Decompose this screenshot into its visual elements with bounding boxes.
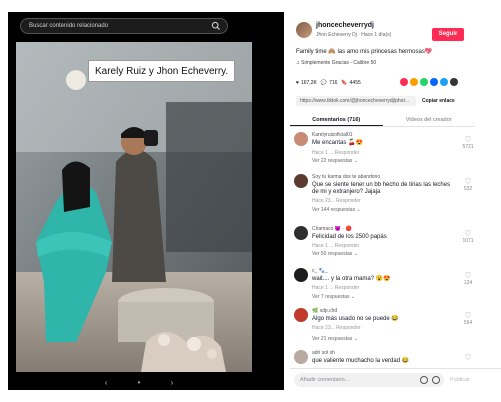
share-icon[interactable] [430,78,438,86]
commenter-name[interactable]: adri sol sh [312,350,335,356]
comment-input-placeholder: Añadir comentario... [300,377,350,383]
heart-icon: ♡ [464,311,472,320]
commenter-name[interactable]: c_ 🐾_ [312,268,328,274]
post-description: Family time 🙈 las amo mis princesas herm… [296,49,433,55]
comment-like[interactable]: ♡ 5721 [461,135,475,151]
comment-like-count: 532 [463,186,473,192]
panel-tabs: Comentarios (716) Videos del creador [290,114,475,127]
comment-text: Que se siente tener un bb hecho de tiria… [312,182,451,195]
comment-like-count: 5721 [462,144,474,150]
view-replies-link[interactable]: Ver 21 respuestas ⌄ [312,336,358,342]
commenter-name[interactable]: Karelyruizoficial01 [312,132,353,138]
commenter-avatar[interactable] [294,268,308,282]
comment-like-count: 554 [463,320,473,326]
comment-like-count: 1071 [462,238,474,244]
view-replies-link[interactable]: Ver 7 respuestas ⌄ [312,294,355,300]
comment-text: Felicidad de los 2500 papás [312,234,387,240]
comment-text: wait.... y la otra mama? 😮😍 [312,276,391,282]
comment-meta[interactable]: Hace 23... Responder [312,325,361,331]
comment-item: c_ 🐾_ wait.... y la otra mama? 😮😍 Hace 1… [290,268,475,304]
comment-meta[interactable]: Hace 1 ... Responder [312,150,359,156]
comment-input[interactable]: Añadir comentario... [294,373,444,387]
comment-like[interactable]: ♡ [461,354,475,362]
heart-icon: ♡ [464,177,472,186]
comment-meta[interactable]: Hace 1 ... Responder [312,243,359,249]
view-replies-link[interactable]: Ver 22 respuestas ⌄ [312,158,358,164]
comment-like-count: 124 [463,280,473,286]
comment-icon: 💬 [320,80,328,86]
save-stat[interactable]: 🔖 4455 [341,80,360,86]
comment-text: Algo más usado no se puede 😂 [312,316,399,322]
heart-icon: ♡ [464,353,472,362]
author-username[interactable]: jhoncecheverrydj [316,22,374,29]
share-icon[interactable] [420,78,428,86]
comment-item: adri sol sh que valiente muchacho la ver… [290,350,475,366]
post-music[interactable]: ♫ Simplemente Gracias - Calibre 50 [296,60,376,66]
commenter-avatar[interactable] [294,308,308,322]
like-stat[interactable]: ♥ 167,2K [296,80,317,86]
tiktok-post-page: Buscar contenido relacionado Karely Ruiz… [0,0,501,402]
commenter-name[interactable]: 🌿 xdp.chd [312,308,337,314]
heart-icon: ♡ [464,229,472,238]
post-stats: ♥ 167,2K 💬 716 🔖 4455 [296,80,361,86]
view-replies-link[interactable]: Ver 144 respuestas ⌄ [312,207,361,213]
share-icon[interactable] [400,78,408,86]
share-icon[interactable] [440,78,448,86]
search-placeholder: Buscar contenido relacionado [29,23,109,29]
comment-text: Me encantas 🍒😍 [312,140,363,146]
publish-button[interactable]: Publicar [450,373,470,387]
author-avatar[interactable] [296,22,312,38]
commenter-name[interactable]: Chamaco 😈 · 🔴 [312,226,352,232]
comment-item: Karelyruizoficial01 Me encantas 🍒😍 Hace … [290,132,475,168]
heart-icon: ♥ [296,80,299,86]
mention-icon[interactable] [420,376,428,384]
comment-like[interactable]: ♡ 1071 [461,229,475,245]
related-search-input[interactable]: Buscar contenido relacionado [20,18,228,34]
post-photo[interactable] [16,42,252,372]
share-icon[interactable] [410,78,418,86]
comment-like[interactable]: ♡ 124 [461,271,475,287]
media-viewer: Buscar contenido relacionado Karely Ruiz… [8,12,284,390]
commenter-avatar[interactable] [294,174,308,188]
view-replies-link[interactable]: Ver 50 respuestas ⌄ [312,251,358,257]
comment-count: 716 [329,80,338,86]
commenter-avatar[interactable] [294,226,308,240]
heart-icon: ♡ [464,271,472,280]
share-buttons [400,78,458,86]
like-count: 167,2K [300,80,317,86]
bookmark-icon: 🔖 [341,80,348,86]
comment-meta[interactable]: Hace 1 ... Responder [312,285,359,291]
comment-meta[interactable]: Hace 23... Responder [312,198,361,204]
emoji-icon[interactable] [432,376,440,384]
photo-caption: Karely Ruiz y Jhon Echeverry. [88,60,236,82]
comment-composer: Añadir comentario... Publicar [290,368,501,390]
save-count: 4455 [349,80,361,86]
comment-text: que valiente muchacho la verdad 😂 [312,358,410,364]
comment-stat[interactable]: 💬 716 [321,80,338,86]
author-subtitle: Jhon Echeverry Dj · Hace 1 día(s) [316,32,392,38]
follow-button[interactable]: Seguir [432,28,464,41]
commenter-avatar[interactable] [294,132,308,146]
copy-link-button[interactable]: Copiar enlace [422,96,455,106]
post-details-panel: jhoncecheverrydj Jhon Echeverry Dj · Hac… [290,12,501,390]
comment-item: Soy tu karma dos te abandono Que se sien… [290,174,475,220]
heart-icon: ♡ [464,135,472,144]
comment-like[interactable]: ♡ 554 [461,311,475,327]
tab-comments[interactable]: Comentarios (716) [290,114,383,126]
post-link-field[interactable]: https://www.tiktok.com/@jhoncecheverrydj… [296,96,416,106]
comment-like[interactable]: ♡ 532 [461,177,475,193]
share-icon[interactable] [450,78,458,86]
commenter-avatar[interactable] [294,350,308,364]
commenter-name[interactable]: Soy tu karma dos te abandono [312,174,380,180]
comment-item: 🌿 xdp.chd Algo más usado no se puede 😂 H… [290,308,475,344]
photo-illustration [16,42,252,372]
search-icon[interactable] [211,21,221,31]
tab-creator-videos[interactable]: Videos del creador [383,114,476,126]
carousel-indicator[interactable]: ‹ • › [8,378,284,387]
comment-item: Chamaco 😈 · 🔴 Felicidad de los 2500 papá… [290,226,475,262]
